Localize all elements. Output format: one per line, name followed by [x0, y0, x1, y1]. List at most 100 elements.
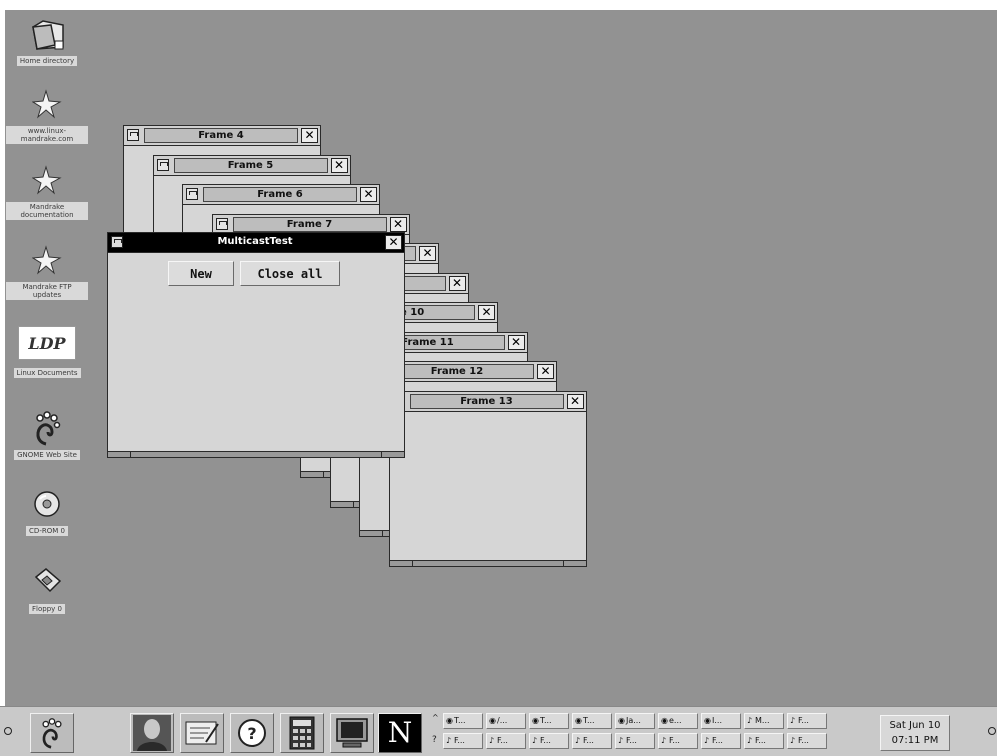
- close-window-button[interactable]: ✕: [419, 246, 436, 261]
- window-menu-button[interactable]: [215, 217, 228, 230]
- app-icon: ♪: [661, 736, 667, 745]
- gnome-foot-icon: [26, 408, 68, 448]
- app-icon: ♪: [790, 716, 796, 725]
- window-title: Frame 13: [409, 393, 564, 409]
- new-button[interactable]: New: [168, 261, 234, 286]
- tasklist-arrow-help[interactable]: ?: [432, 735, 437, 745]
- task-button[interactable]: ♪ F...: [443, 733, 483, 749]
- launcher-terminal[interactable]: [330, 713, 374, 753]
- close-window-button[interactable]: ✕: [385, 235, 402, 250]
- task-button[interactable]: ◉e...: [658, 713, 698, 729]
- desktop-icon-linux-mandrake[interactable]: www.linux-mandrake.com: [5, 84, 89, 144]
- title-bar[interactable]: MulticastTest ✕: [108, 233, 404, 253]
- panel-clock[interactable]: Sat Jun 10 07:11 PM: [880, 715, 950, 751]
- task-button[interactable]: ◉T...: [572, 713, 612, 729]
- close-window-button[interactable]: ✕: [537, 364, 554, 379]
- close-window-button[interactable]: ✕: [566, 393, 584, 409]
- launcher-netscape[interactable]: N: [378, 713, 422, 753]
- gnome-foot-icon: [42, 718, 62, 749]
- frame-window: Frame 13 ✕: [388, 390, 587, 567]
- task-label: F...: [540, 736, 551, 745]
- window-menu-button[interactable]: [111, 236, 123, 248]
- app-icon: ◉: [489, 716, 496, 725]
- task-button[interactable]: ♪ F...: [615, 733, 655, 749]
- window-title: Frame 5: [173, 157, 328, 173]
- launcher-calculator[interactable]: [280, 713, 324, 753]
- task-button[interactable]: ♪ F...: [658, 733, 698, 749]
- panel-hide-button[interactable]: [4, 727, 12, 735]
- tasklist-arrow-up[interactable]: ^: [432, 713, 439, 722]
- desktop-icon-label: Home directory: [16, 56, 78, 66]
- close-window-button[interactable]: ✕: [360, 187, 377, 202]
- desktop-icon-home[interactable]: Home directory: [5, 14, 89, 66]
- mona-lisa-icon: [133, 715, 171, 751]
- folder-icon: [26, 14, 68, 54]
- launcher-gimp[interactable]: [130, 713, 174, 753]
- task-button[interactable]: ◉T...: [443, 713, 483, 729]
- window-menu-button[interactable]: [156, 158, 169, 171]
- app-icon: ♪: [618, 736, 624, 745]
- close-window-button[interactable]: ✕: [507, 334, 525, 350]
- panel-hide-button-right[interactable]: [988, 727, 996, 735]
- title-bar[interactable]: Frame 13 ✕: [389, 391, 586, 412]
- ldp-icon: LDP: [18, 326, 76, 360]
- desktop-icon-cdrom[interactable]: CD-ROM 0: [5, 484, 89, 536]
- window-title: Frame 6: [203, 187, 357, 202]
- desktop-icon-label: Mandrake documentation: [6, 202, 88, 220]
- close-window-button[interactable]: ✕: [448, 275, 466, 291]
- close-all-button[interactable]: Close all: [240, 261, 340, 286]
- gnome-menu-button[interactable]: [30, 713, 74, 753]
- title-bar[interactable]: Frame 6 ✕: [183, 185, 379, 205]
- task-button[interactable]: ◉T...: [529, 713, 569, 729]
- window-menu-button[interactable]: [186, 188, 198, 200]
- desktop-icon-mandrake-docs[interactable]: Mandrake documentation: [5, 160, 89, 220]
- app-icon: ◉: [446, 716, 453, 725]
- close-window-button[interactable]: ✕: [301, 128, 318, 143]
- desktop-icon-label: Floppy 0: [29, 604, 65, 614]
- task-label: F...: [497, 736, 508, 745]
- help-icon: ?: [238, 719, 266, 747]
- close-window-button[interactable]: ✕: [330, 157, 348, 173]
- notepad-icon: [185, 721, 219, 745]
- window-resize-bar[interactable]: [108, 451, 404, 457]
- task-label: T...: [583, 716, 595, 725]
- title-bar[interactable]: Frame 5 ✕: [153, 155, 350, 176]
- launcher-help[interactable]: ?: [230, 713, 274, 753]
- desktop-icon-gnome-web[interactable]: GNOME Web Site: [5, 408, 89, 460]
- task-button[interactable]: ◉Ja...: [615, 713, 655, 729]
- launcher-editor[interactable]: [180, 713, 224, 753]
- task-button[interactable]: ♪ F...: [787, 733, 827, 749]
- task-button[interactable]: ♪ F...: [701, 733, 741, 749]
- desktop-icon-label: Mandrake FTP updates: [6, 282, 88, 300]
- window-title: MulticastTest: [128, 235, 382, 250]
- window-resize-bar[interactable]: [389, 559, 586, 566]
- star-icon: [26, 240, 68, 280]
- task-button[interactable]: ♪ F...: [787, 713, 827, 729]
- task-button[interactable]: ◉I...: [701, 713, 741, 729]
- desktop-icon-linux-documents[interactable]: LDP Linux Documents: [5, 326, 89, 378]
- title-bar[interactable]: Frame 4 ✕: [124, 126, 320, 146]
- desktop-icon-mandrake-ftp[interactable]: Mandrake FTP updates: [5, 240, 89, 300]
- app-icon: ♪: [747, 716, 753, 725]
- task-label: e...: [669, 716, 682, 725]
- task-button[interactable]: ♪ F...: [572, 733, 612, 749]
- desktop-icon-floppy[interactable]: Floppy 0: [5, 562, 89, 614]
- task-button[interactable]: ♪ F...: [529, 733, 569, 749]
- clock-date: Sat Jun 10: [889, 720, 941, 731]
- task-button[interactable]: ♪ F...: [744, 733, 784, 749]
- close-window-button[interactable]: ✕: [389, 216, 407, 232]
- app-icon: ◉: [704, 716, 711, 725]
- close-window-button[interactable]: ✕: [478, 305, 495, 320]
- app-icon: ♪: [747, 736, 753, 745]
- app-icon: ♪: [575, 736, 581, 745]
- app-icon: ◉: [575, 716, 582, 725]
- window-title: Frame 4: [144, 128, 298, 143]
- calculator-icon: [289, 716, 315, 750]
- task-button[interactable]: ♪ M...: [744, 713, 784, 729]
- app-icon: ♪: [704, 736, 710, 745]
- task-button[interactable]: ♪ F...: [486, 733, 526, 749]
- app-icon: ♪: [489, 736, 495, 745]
- task-button[interactable]: ◉/...: [486, 713, 526, 729]
- window-menu-button[interactable]: [127, 129, 139, 141]
- task-label: T...: [454, 716, 466, 725]
